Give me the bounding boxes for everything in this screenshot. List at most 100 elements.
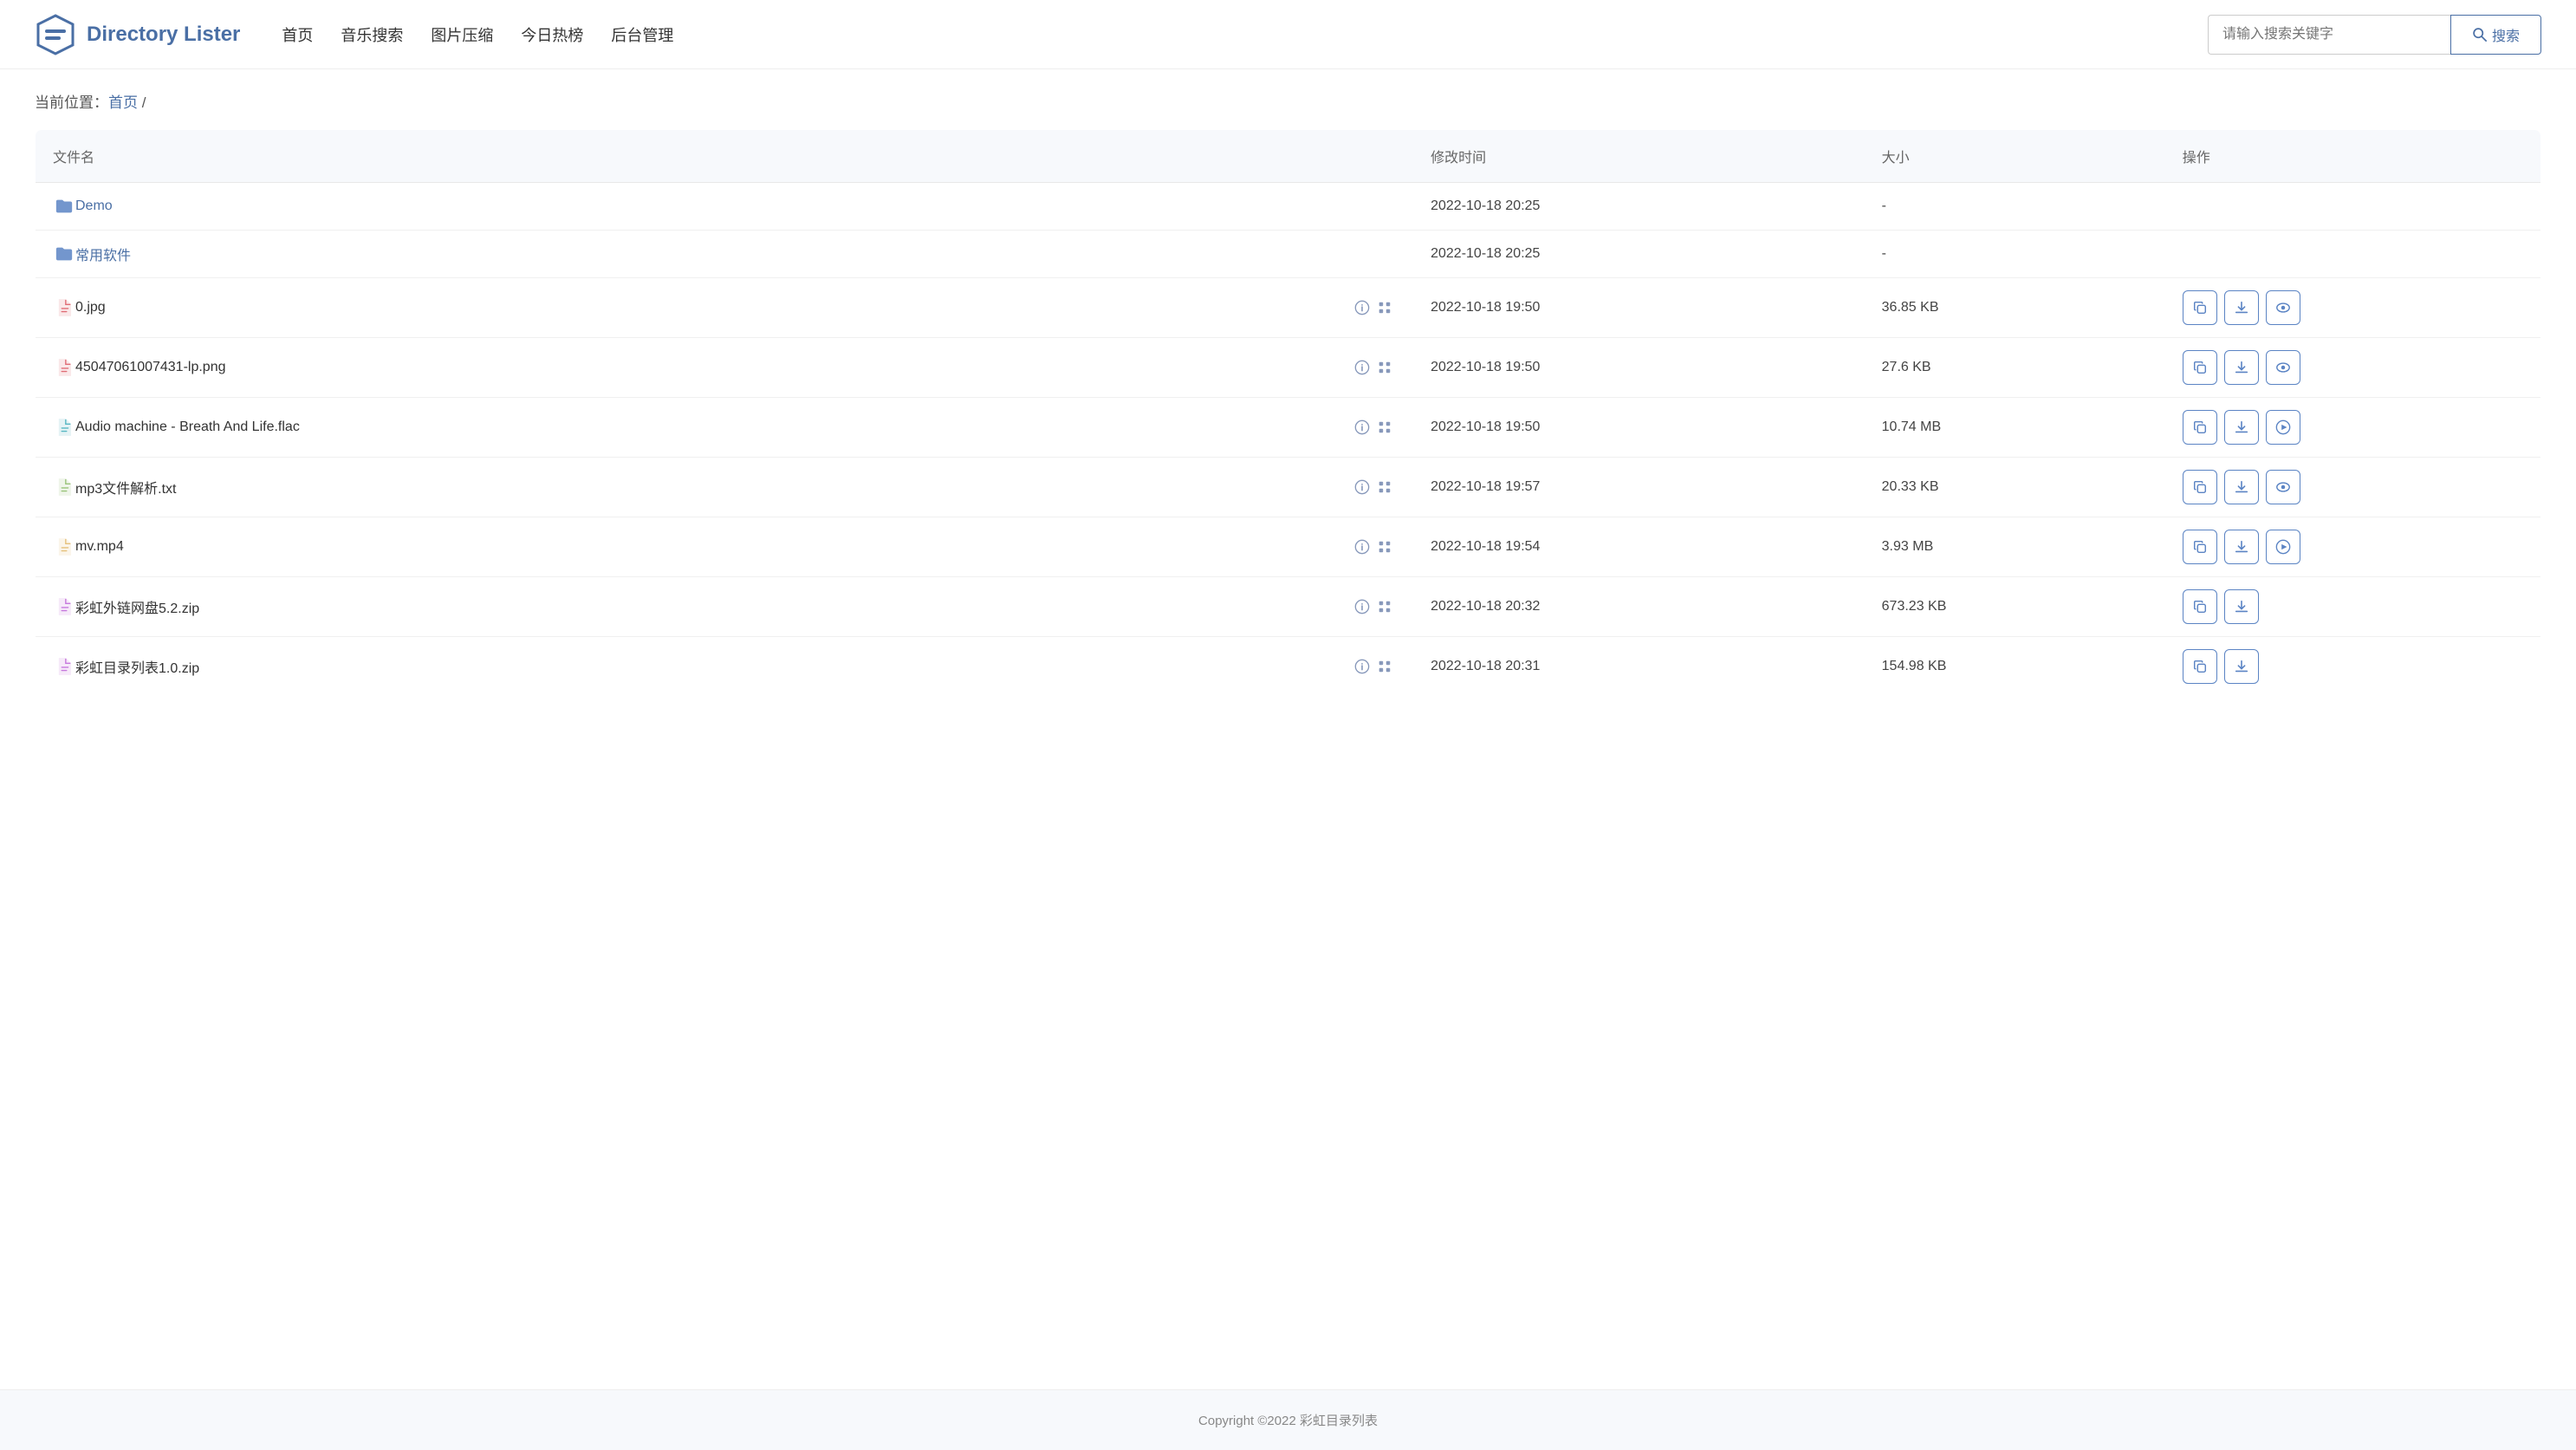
filename-text: 彩虹外链网盘5.2.zip [75,596,199,617]
file-name-cell-1: 常用软件 [36,231,1414,278]
filename-text: mp3文件解析.txt [75,477,176,497]
filename-text[interactable]: 常用软件 [75,244,131,264]
download-button[interactable] [2224,350,2259,385]
preview-button[interactable] [2266,470,2300,504]
file-icon [53,416,75,439]
file-size: 10.74 MB [1865,398,2165,458]
grid-icon[interactable] [1373,296,1396,319]
file-time: 2022-10-18 20:25 [1413,183,1865,231]
table-row: 0.jpg 2022-10-18 19:5036.85 KB [36,278,2541,338]
download-button[interactable] [2224,470,2259,504]
filename-text: 0.jpg [75,300,106,315]
copy-button[interactable] [2183,649,2217,684]
copy-button[interactable] [2183,589,2217,624]
copy-button[interactable] [2183,350,2217,385]
copy-button[interactable] [2183,290,2217,325]
file-size: 3.93 MB [1865,517,2165,577]
folder-icon [53,243,75,265]
breadcrumb-home-link[interactable]: 首页 [108,94,138,111]
grid-icon[interactable] [1373,536,1396,558]
col-header-size: 大小 [1865,130,2165,183]
nav: 首页 音乐搜索 图片压缩 今日热榜 后台管理 [282,20,2208,49]
breadcrumb: 当前位置：首页 / [35,94,146,111]
file-time: 2022-10-18 19:54 [1413,517,1865,577]
info-icon[interactable] [1351,476,1373,498]
info-icon[interactable] [1351,536,1373,558]
download-button[interactable] [2224,649,2259,684]
grid-icon[interactable] [1373,416,1396,439]
download-button[interactable] [2224,410,2259,445]
nav-hot[interactable]: 今日热榜 [521,20,583,49]
nav-admin[interactable]: 后台管理 [611,20,673,49]
grid-icon[interactable] [1373,476,1396,498]
file-ops [2165,458,2541,517]
file-time: 2022-10-18 20:25 [1413,231,1865,278]
filename-text: Audio machine - Breath And Life.flac [75,419,300,435]
copy-button[interactable] [2183,530,2217,564]
main-content: 文件名 修改时间 大小 操作 Demo 2022-10-18 20:25- 常用软… [0,122,2576,1389]
nav-home[interactable]: 首页 [282,20,313,49]
logo[interactable]: Directory Lister [35,14,240,55]
table-body: Demo 2022-10-18 20:25- 常用软件 2022-10-18 20:… [36,183,2541,697]
folder-icon [53,195,75,218]
preview-button[interactable] [2266,350,2300,385]
table-row: 彩虹目录列表1.0.zip 2022-10-18 20:31154.98 KB [36,637,2541,697]
file-ops [2165,637,2541,697]
table-row: mv.mp4 2022-10-18 19:543.93 MB [36,517,2541,577]
file-name-cell-6: mv.mp4 [36,517,1414,577]
info-icon[interactable] [1351,655,1373,678]
grid-icon[interactable] [1373,595,1396,618]
preview-button[interactable] [2266,290,2300,325]
logo-icon [35,14,76,55]
table-row: Audio machine - Breath And Life.flac 202… [36,398,2541,458]
file-icon [53,536,75,558]
search-input[interactable] [2208,15,2450,55]
file-name-cell-3: 45047061007431-lp.png [36,338,1414,398]
file-time: 2022-10-18 20:32 [1413,577,1865,637]
file-name-cell-0: Demo [36,183,1414,231]
col-header-ops: 操作 [2165,130,2541,183]
file-ops [2165,278,2541,338]
file-ops [2165,517,2541,577]
copy-button[interactable] [2183,470,2217,504]
file-size: 27.6 KB [1865,338,2165,398]
download-button[interactable] [2224,530,2259,564]
info-icon[interactable] [1351,595,1373,618]
filename-text: 彩虹目录列表1.0.zip [75,656,199,677]
file-size: 20.33 KB [1865,458,2165,517]
filename-text[interactable]: Demo [75,198,113,214]
file-size: 36.85 KB [1865,278,2165,338]
col-header-time: 修改时间 [1413,130,1865,183]
play-button[interactable] [2266,410,2300,445]
file-ops [2165,398,2541,458]
grid-icon[interactable] [1373,356,1396,379]
file-size: - [1865,183,2165,231]
download-button[interactable] [2224,290,2259,325]
nav-music[interactable]: 音乐搜索 [341,20,403,49]
table-row: 彩虹外链网盘5.2.zip 2022-10-18 20:32673.23 KB [36,577,2541,637]
file-name-cell-4: Audio machine - Breath And Life.flac [36,398,1414,458]
info-icon[interactable] [1351,356,1373,379]
file-name-cell-8: 彩虹目录列表1.0.zip [36,637,1414,697]
file-name-cell-2: 0.jpg [36,278,1414,338]
file-time: 2022-10-18 19:50 [1413,398,1865,458]
search-button[interactable]: 搜索 [2450,15,2541,55]
logo-text: Directory Lister [87,23,240,47]
info-icon[interactable] [1351,296,1373,319]
file-time: 2022-10-18 20:31 [1413,637,1865,697]
download-button[interactable] [2224,589,2259,624]
info-icon[interactable] [1351,416,1373,439]
file-name-cell-7: 彩虹外链网盘5.2.zip [36,577,1414,637]
grid-icon[interactable] [1373,655,1396,678]
footer: Copyright ©2022 彩虹目录列表 [0,1389,2576,1450]
file-ops [2165,231,2541,278]
nav-image-compress[interactable]: 图片压缩 [431,20,493,49]
play-button[interactable] [2266,530,2300,564]
table-header: 文件名 修改时间 大小 操作 [36,130,2541,183]
col-header-name: 文件名 [36,130,1414,183]
filename-text: 45047061007431-lp.png [75,360,226,375]
file-size: - [1865,231,2165,278]
table-row: mp3文件解析.txt 2022-10-18 19:5720.33 KB [36,458,2541,517]
file-icon [53,356,75,379]
copy-button[interactable] [2183,410,2217,445]
